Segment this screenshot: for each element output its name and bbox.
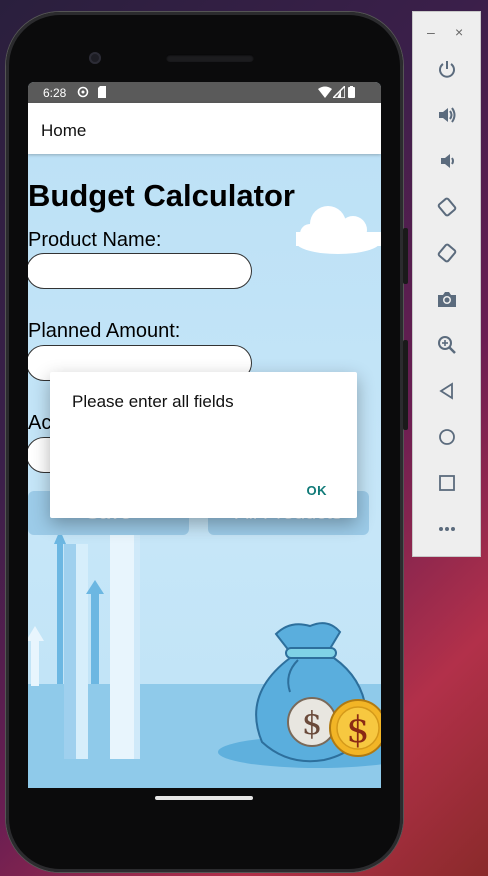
camera-icon[interactable] [433, 285, 461, 313]
zoom-icon[interactable] [433, 331, 461, 359]
gesture-home-bar[interactable] [155, 796, 253, 800]
back-icon[interactable] [433, 377, 461, 405]
rotate-left-icon[interactable] [433, 193, 461, 221]
power-icon[interactable] [433, 55, 461, 83]
minimize-button[interactable]: – [427, 24, 435, 40]
volume-down-icon[interactable] [433, 147, 461, 175]
ok-button[interactable]: OK [307, 483, 328, 498]
more-icon[interactable] [433, 515, 461, 543]
emulator-toolbar: – × [413, 12, 480, 556]
rotate-right-icon[interactable] [433, 239, 461, 267]
alert-dialog: Please enter all fields OK [50, 372, 357, 518]
device-screen: 6:28 Home $ $ Budget Calculator Product … [28, 82, 381, 788]
volume-up-icon[interactable] [433, 101, 461, 129]
earpiece-speaker [166, 54, 254, 62]
phone-side-button [403, 228, 408, 284]
front-camera [89, 52, 101, 64]
close-button[interactable]: × [455, 24, 463, 40]
phone-side-button [403, 340, 408, 430]
dialog-message: Please enter all fields [72, 392, 234, 411]
overview-icon[interactable] [433, 469, 461, 497]
home-icon[interactable] [433, 423, 461, 451]
